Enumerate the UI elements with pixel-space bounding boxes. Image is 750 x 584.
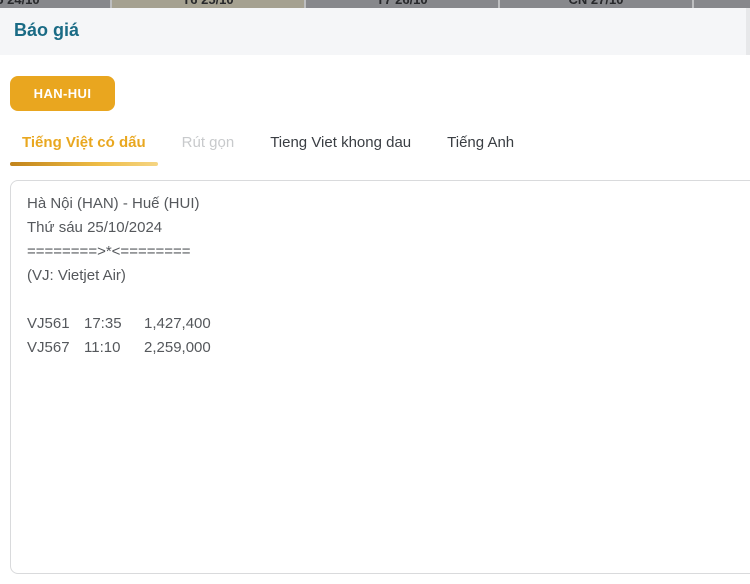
quote-date-line: Thứ sáu 25/10/2024: [27, 219, 163, 236]
flight-price: 1,427,400: [144, 315, 211, 332]
quote-text: Hà Nội (HAN) - Huế (HUI) Thứ sáu 25/10/2…: [11, 181, 750, 371]
header-bar: Báo giá: [0, 8, 750, 55]
quote-blank-line: [27, 288, 743, 312]
flight-number: VJ561: [27, 315, 70, 332]
tab-tieng-viet-khong-dau[interactable]: Tieng Viet khong dau: [258, 128, 423, 164]
quote-panel: Hà Nội (HAN) - Huế (HUI) Thứ sáu 25/10/2…: [10, 180, 750, 574]
tab-tieng-viet-co-dau[interactable]: Tiếng Việt có dấu: [10, 128, 158, 166]
format-tabs: Tiếng Việt có dấu Rút gọn Tieng Viet kho…: [0, 128, 750, 166]
quote-airline-line: (VJ: Vietjet Air): [27, 267, 126, 284]
active-tab-underline: [10, 162, 158, 166]
date-tab-label: T7 26/10: [376, 0, 427, 7]
tab-rut-gon[interactable]: Rút gọn: [170, 128, 247, 164]
flight-row: VJ561 17:35 1,427,400: [27, 312, 743, 336]
tab-tieng-anh[interactable]: Tiếng Anh: [435, 128, 526, 164]
date-tab[interactable]: T7 26/10: [306, 0, 500, 8]
date-tab-label: CN 27/10: [569, 0, 624, 7]
flight-time: 17:35: [84, 315, 122, 332]
flight-price: 2,259,000: [144, 339, 211, 356]
page-title: Báo giá: [14, 20, 80, 40]
header-right-edge: [746, 8, 750, 55]
route-button[interactable]: HAN-HUI: [10, 76, 115, 111]
date-tab-selected[interactable]: T6 25/10: [112, 0, 306, 8]
quote-route-line: Hà Nội (HAN) - Huế (HUI): [27, 195, 200, 212]
date-tab-label: T6 25/10: [182, 0, 233, 7]
flight-number: VJ567: [27, 339, 70, 356]
quote-separator-line: ========>*<========: [27, 243, 191, 260]
tab-label: Rút gọn: [181, 134, 235, 151]
date-tab[interactable]: T5 24/10: [0, 0, 112, 8]
tab-label: Tieng Viet khong dau: [270, 134, 412, 151]
date-tabs-strip: T5 24/10 T6 25/10 T7 26/10 CN 27/10: [0, 0, 750, 8]
flight-time: 11:10: [84, 339, 121, 356]
date-tab-label: T5 24/10: [0, 0, 40, 7]
flight-row: VJ567 11:10 2,259,000: [27, 336, 743, 360]
date-tab[interactable]: [694, 0, 750, 8]
tab-label: Tiếng Việt có dấu: [22, 134, 146, 151]
tab-label: Tiếng Anh: [447, 134, 515, 151]
date-tab[interactable]: CN 27/10: [500, 0, 694, 8]
